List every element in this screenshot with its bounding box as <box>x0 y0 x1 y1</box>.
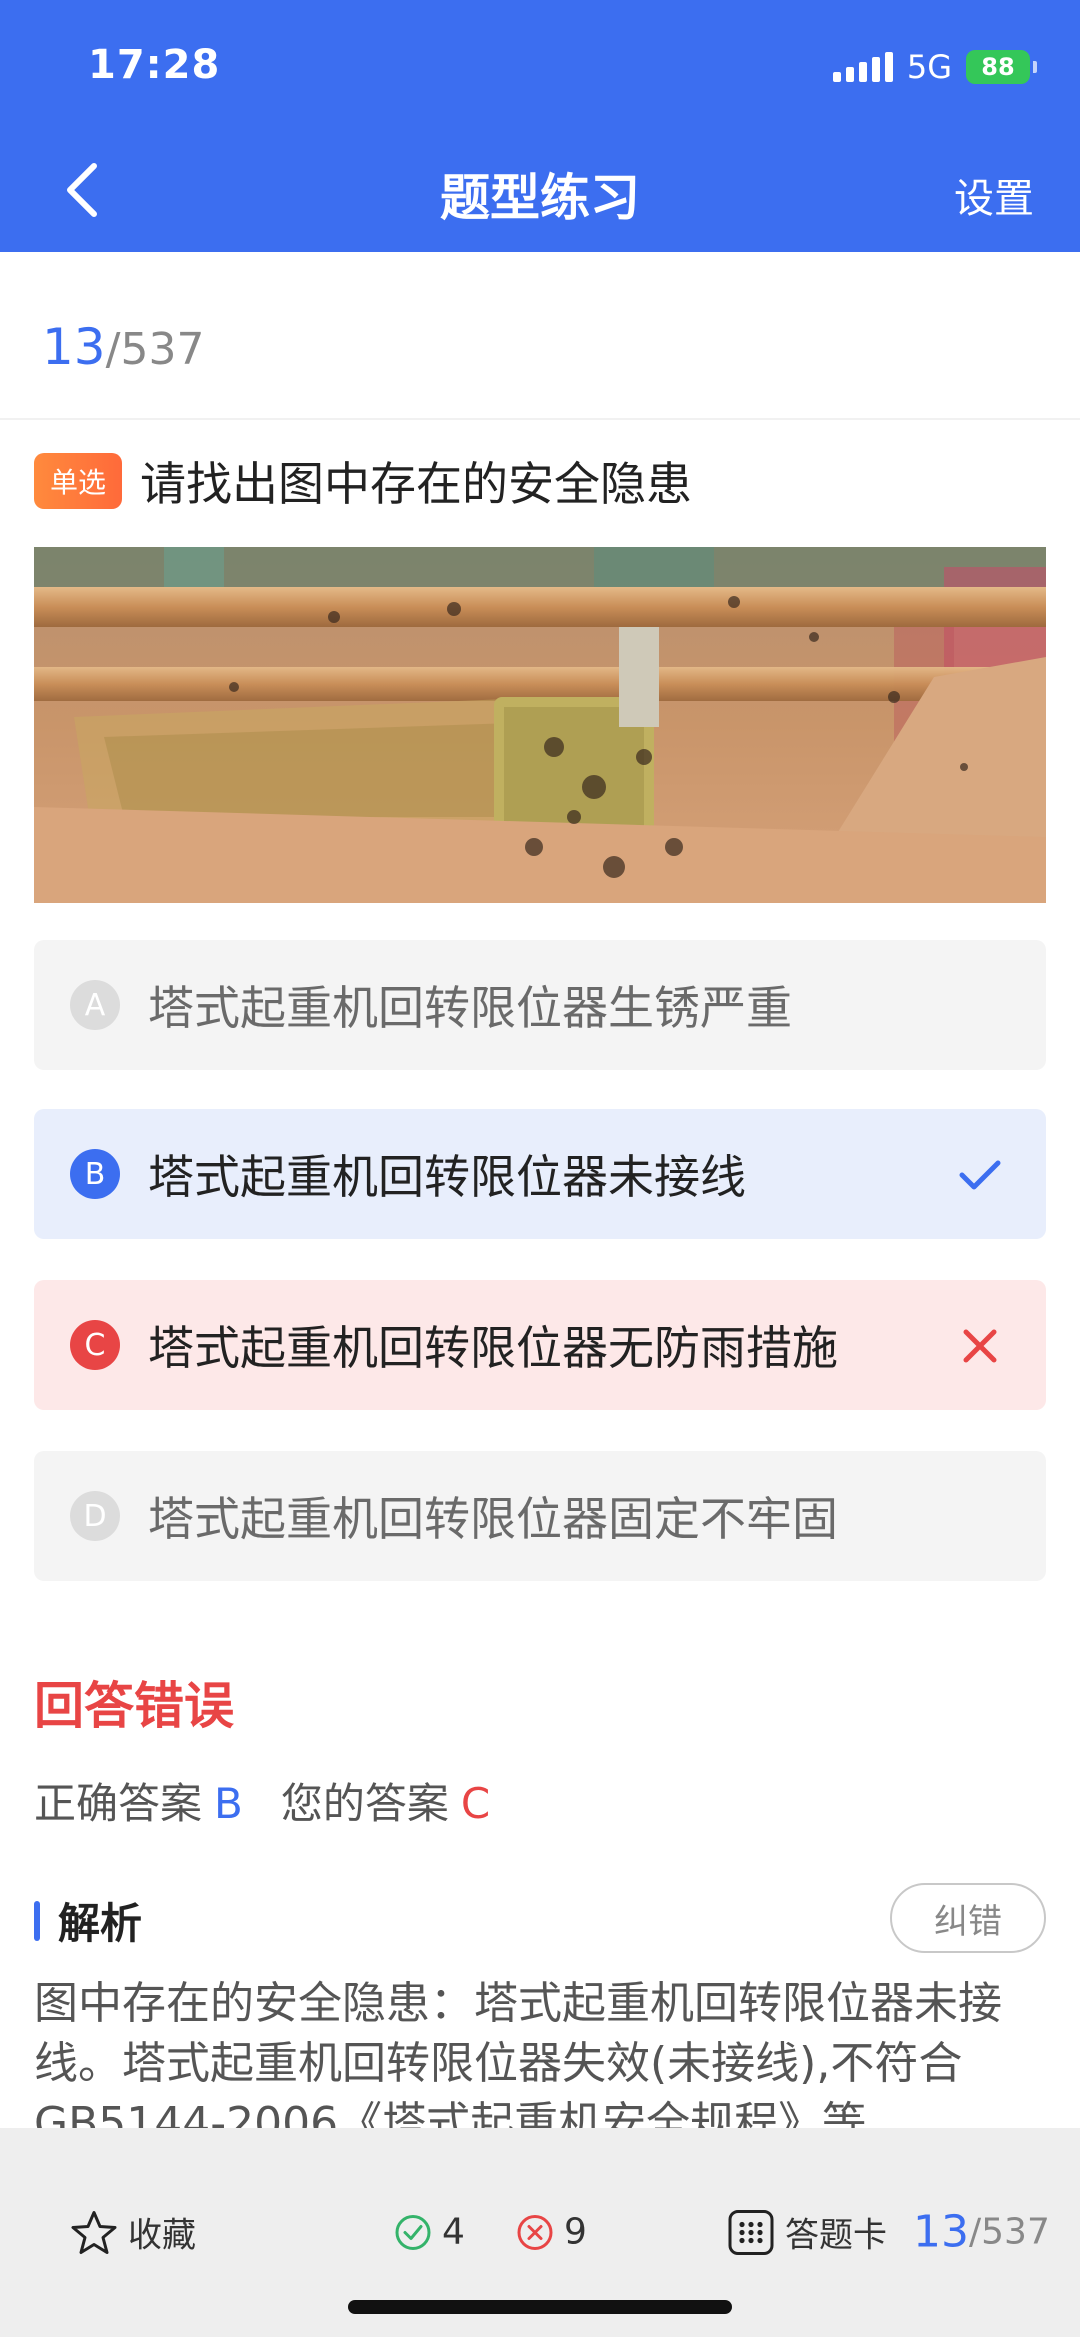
status-indicators: 5G 88 <box>832 48 1037 86</box>
wrong-count-value: 9 <box>564 2211 587 2253</box>
question-text: 请找出图中存在的安全隐患 <box>140 457 693 511</box>
question-header: 单选 请找出图中存在的安全隐患 <box>34 448 692 514</box>
section-accent-bar <box>34 1900 40 1941</box>
option-c[interactable]: C 塔式起重机回转限位器无防雨措施 <box>34 1280 1046 1410</box>
option-letter: C <box>70 1320 120 1370</box>
close-icon <box>963 1329 997 1363</box>
wrong-count: 9 <box>516 2212 587 2253</box>
correct-count-value: 4 <box>442 2211 465 2253</box>
option-b[interactable]: B 塔式起重机回转限位器未接线 <box>34 1109 1046 1239</box>
battery-icon: 88 <box>966 50 1037 84</box>
status-time: 17:28 <box>88 42 221 88</box>
your-answer-label: 您的答案 <box>280 1779 449 1828</box>
option-a[interactable]: A 塔式起重机回转限位器生锈严重 <box>34 940 1046 1070</box>
option-text: 塔式起重机回转限位器无防雨措施 <box>148 1321 838 1375</box>
grid-icon <box>727 2208 775 2256</box>
check-circle-icon <box>394 2213 432 2251</box>
answer-summary: 正确答案 B 您的答案 C <box>34 1770 490 1831</box>
question-progress: 13/537 <box>42 318 204 376</box>
page-title: 题型练习 <box>440 169 640 227</box>
question-image[interactable] <box>34 547 1046 903</box>
favorite-label: 收藏 <box>128 2215 196 2256</box>
bottom-progress-current: 13 <box>913 2206 969 2258</box>
star-icon <box>70 2208 118 2256</box>
x-circle-icon <box>516 2213 554 2251</box>
home-indicator[interactable] <box>348 2300 732 2314</box>
bottom-progress-total: /537 <box>969 2211 1050 2253</box>
option-text: 塔式起重机回转限位器生锈严重 <box>148 981 792 1035</box>
option-letter: B <box>70 1149 120 1199</box>
battery-level: 88 <box>981 53 1015 81</box>
answer-card-label: 答题卡 <box>785 2215 887 2256</box>
check-icon <box>959 1160 1001 1190</box>
network-type: 5G <box>906 48 952 86</box>
answer-card-button[interactable]: 答题卡 <box>727 2208 887 2257</box>
your-answer-value: C <box>460 1779 491 1828</box>
correct-count: 4 <box>394 2212 465 2253</box>
option-text: 塔式起重机回转限位器固定不牢固 <box>148 1492 838 1546</box>
analysis-title: 解析 <box>58 1899 143 1948</box>
question-type-badge: 单选 <box>34 453 123 509</box>
report-error-button[interactable]: 纠错 <box>890 1883 1046 1953</box>
settings-button[interactable]: 设置 <box>954 166 1034 224</box>
option-text: 塔式起重机回转限位器未接线 <box>148 1150 746 1204</box>
favorite-button[interactable]: 收藏 <box>70 2208 196 2257</box>
correct-answer-value: B <box>214 1779 243 1828</box>
bottom-progress: 13/537 <box>913 2207 1050 2258</box>
progress-current: 13 <box>42 318 106 376</box>
result-title: 回答错误 <box>34 1677 234 1735</box>
signal-icon <box>832 52 893 82</box>
option-letter: D <box>70 1491 120 1541</box>
divider <box>0 418 1080 420</box>
app-screen: 17:28 5G 88 题型练习 设置 13/537 单选 请找出图中存在的安全… <box>0 0 1080 2337</box>
option-letter: A <box>70 980 120 1030</box>
header: 17:28 5G 88 题型练习 设置 <box>0 0 1080 252</box>
option-d[interactable]: D 塔式起重机回转限位器固定不牢固 <box>34 1451 1046 1581</box>
analysis-header: 解析 <box>34 1890 142 1951</box>
analysis-text: 图中存在的安全隐患：塔式起重机回转限位器未接线。塔式起重机回转限位器失效(未接线… <box>34 1978 1002 2130</box>
progress-total: /537 <box>105 324 205 375</box>
correct-answer-label: 正确答案 <box>34 1779 203 1828</box>
